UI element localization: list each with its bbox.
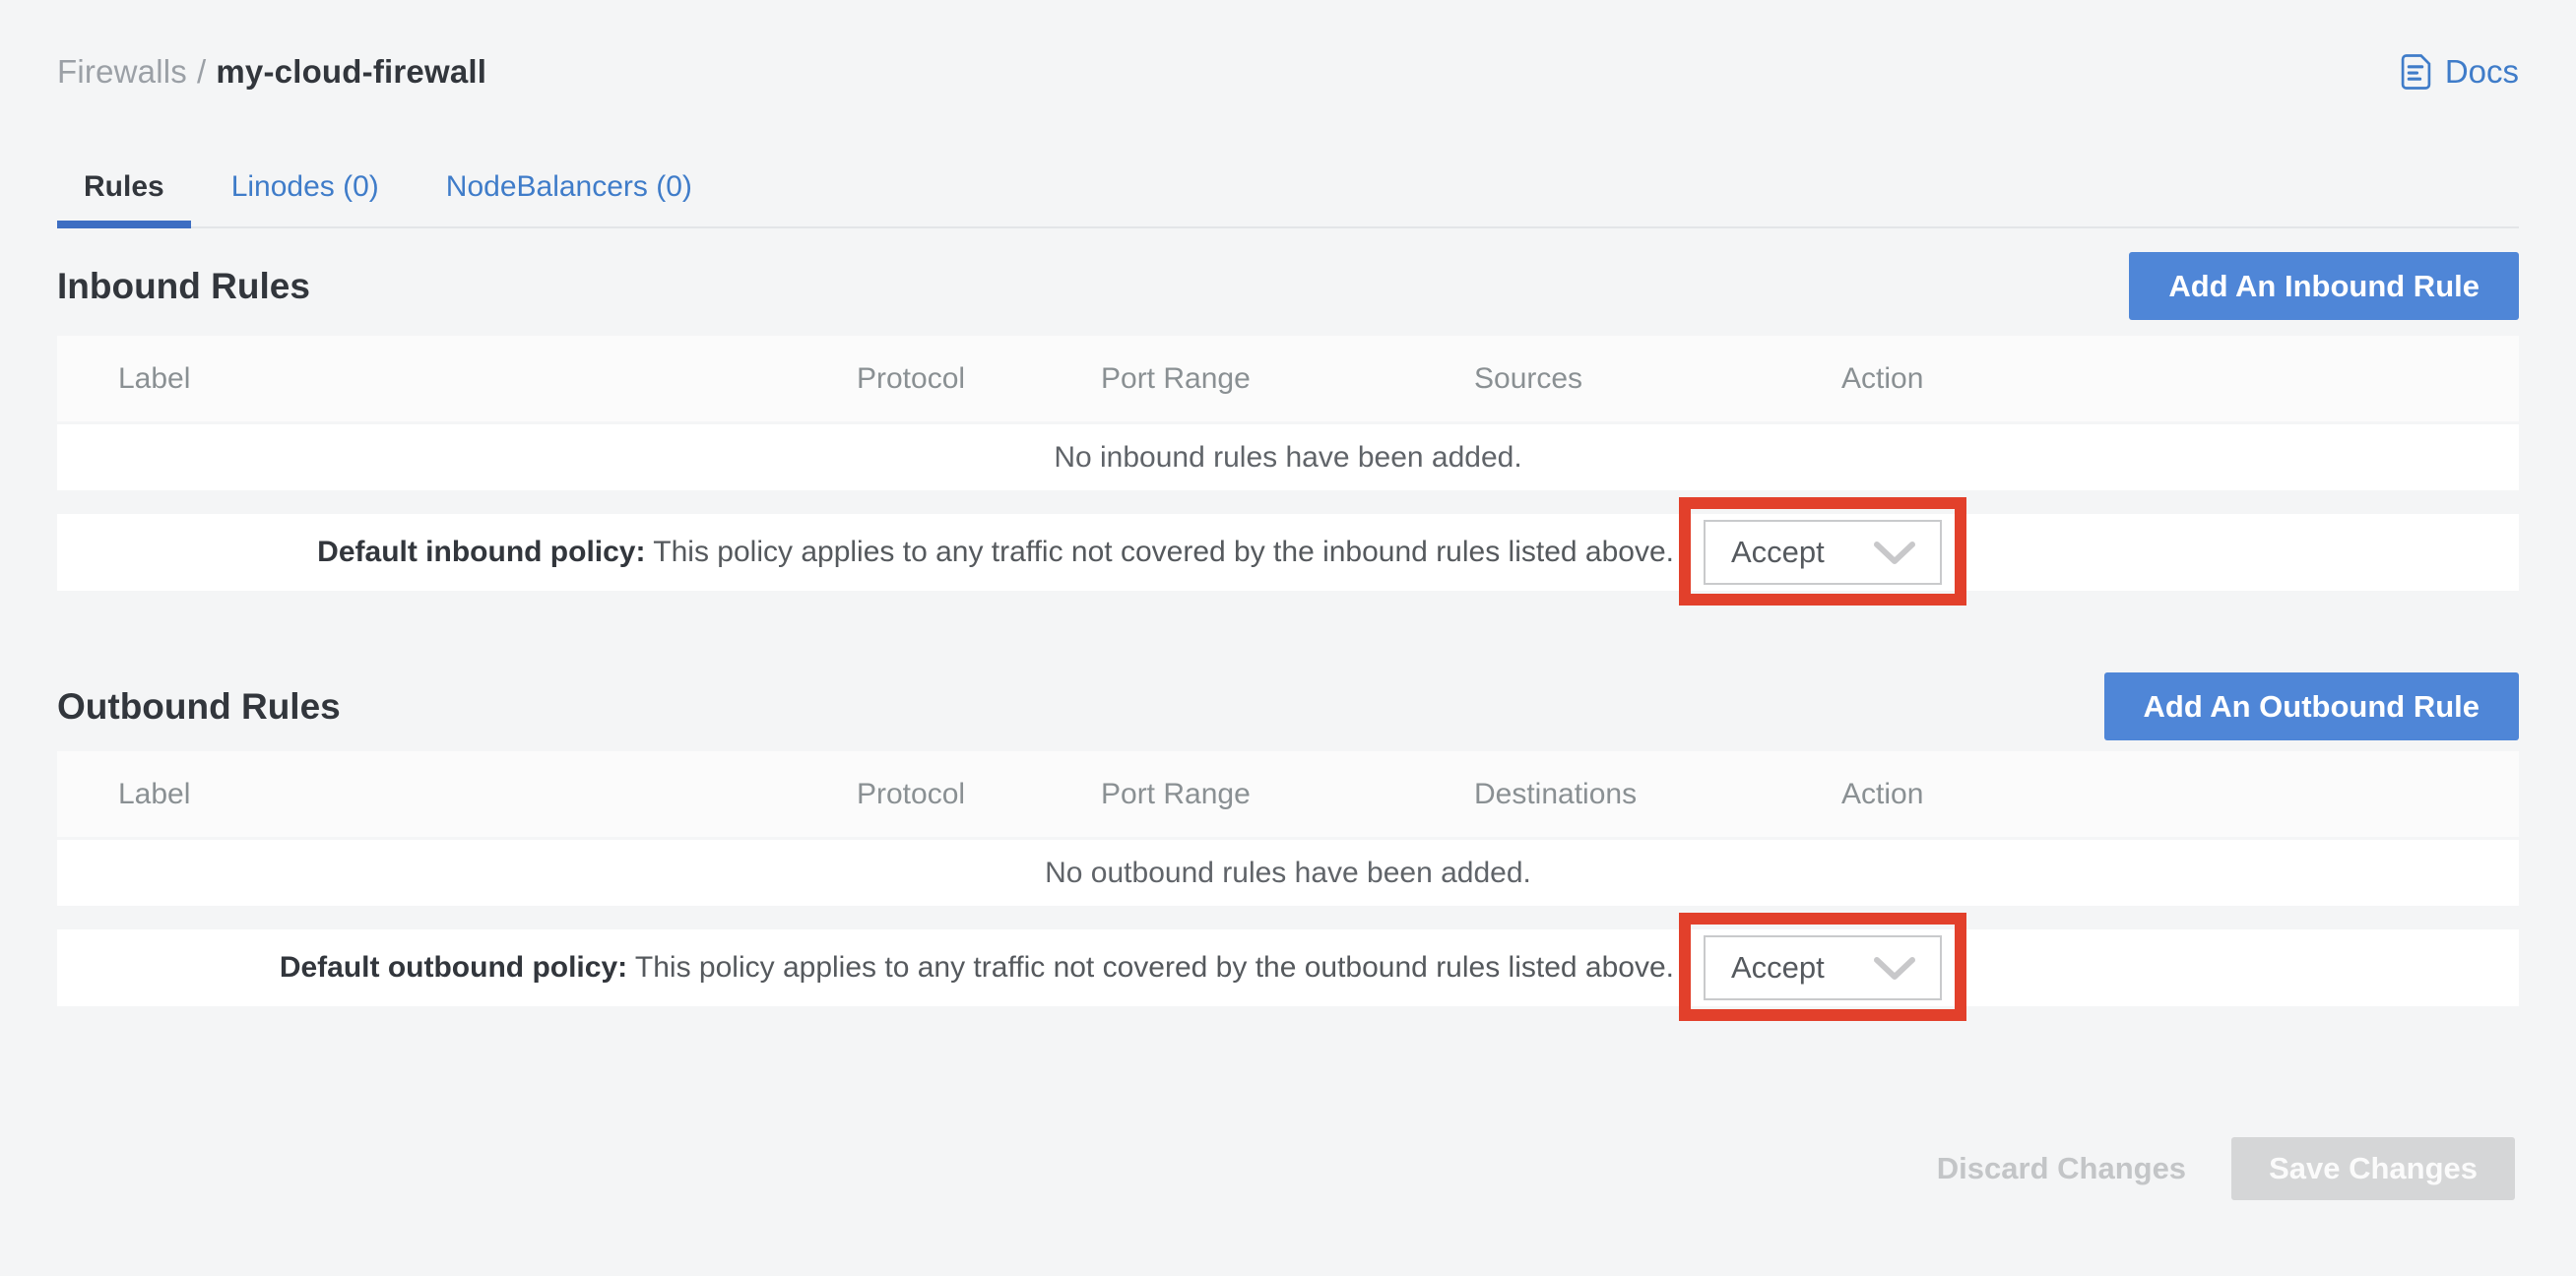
- add-outbound-rule-button[interactable]: Add An Outbound Rule: [2104, 672, 2520, 740]
- column-header-sources: Sources: [1474, 362, 1841, 396]
- inbound-section-header: Inbound Rules Add An Inbound Rule: [57, 252, 2519, 320]
- column-header-label: Label: [118, 778, 857, 811]
- default-outbound-policy-select[interactable]: Accept: [1704, 935, 1942, 1000]
- docs-link[interactable]: Docs: [2400, 53, 2519, 91]
- default-outbound-policy-value: Accept: [1731, 950, 1825, 986]
- discard-changes-button[interactable]: Discard Changes: [1937, 1151, 2186, 1186]
- outbound-table-header-row: Label Protocol Port Range Destinations A…: [57, 751, 2519, 840]
- tab-nodebalancers[interactable]: NodeBalancers (0): [419, 148, 719, 226]
- docs-link-label: Docs: [2445, 53, 2519, 91]
- add-inbound-rule-button[interactable]: Add An Inbound Rule: [2129, 252, 2519, 320]
- outbound-default-policy-row: Default outbound policy: This policy app…: [57, 929, 2519, 1006]
- column-header-port-range: Port Range: [1101, 778, 1474, 811]
- inbound-policy-text: Default inbound policy: This policy appl…: [317, 536, 1674, 569]
- outbound-policy-description: This policy applies to any traffic not c…: [635, 951, 1674, 984]
- inbound-table-header-row: Label Protocol Port Range Sources Action: [57, 336, 2519, 424]
- document-icon: [2400, 53, 2432, 91]
- tab-rules[interactable]: Rules: [57, 148, 191, 226]
- outbound-empty-row: No outbound rules have been added.: [57, 840, 2519, 906]
- breadcrumb-separator: /: [197, 53, 206, 90]
- column-header-action: Action: [1841, 778, 2519, 811]
- outbound-rules-title: Outbound Rules: [57, 686, 341, 728]
- inbound-default-policy-row: Default inbound policy: This policy appl…: [57, 514, 2519, 591]
- breadcrumb: Firewalls / my-cloud-firewall: [57, 53, 486, 91]
- breadcrumb-current-firewall: my-cloud-firewall: [216, 53, 486, 90]
- footer-actions: Discard Changes Save Changes: [57, 1137, 2519, 1200]
- chevron-down-icon: [1873, 956, 1916, 981]
- firewall-detail-page: Firewalls / my-cloud-firewall Docs Rules L…: [0, 0, 2576, 1200]
- inbound-rules-title: Inbound Rules: [57, 266, 310, 307]
- inbound-empty-row: No inbound rules have been added.: [57, 424, 2519, 490]
- column-header-label: Label: [118, 362, 857, 396]
- column-header-action: Action: [1841, 362, 2519, 396]
- outbound-empty-message: No outbound rules have been added.: [1045, 857, 1531, 890]
- outbound-section-header: Outbound Rules Add An Outbound Rule: [57, 672, 2519, 740]
- column-header-protocol: Protocol: [857, 362, 1101, 396]
- column-header-destinations: Destinations: [1474, 778, 1841, 811]
- chevron-down-icon: [1873, 541, 1916, 565]
- breadcrumb-firewalls-link[interactable]: Firewalls: [57, 53, 187, 90]
- inbound-empty-message: No inbound rules have been added.: [1054, 441, 1521, 475]
- inbound-policy-description: This policy applies to any traffic not c…: [653, 536, 1674, 568]
- column-header-protocol: Protocol: [857, 778, 1101, 811]
- inbound-rules-table: Label Protocol Port Range Sources Action…: [57, 336, 2519, 591]
- outbound-policy-text: Default outbound policy: This policy app…: [280, 951, 1674, 985]
- inbound-policy-label: Default inbound policy:: [317, 536, 645, 568]
- outbound-policy-label: Default outbound policy:: [280, 951, 627, 984]
- column-header-port-range: Port Range: [1101, 362, 1474, 396]
- outbound-rules-table: Label Protocol Port Range Destinations A…: [57, 751, 2519, 1006]
- default-inbound-policy-select[interactable]: Accept: [1704, 520, 1942, 585]
- tab-linodes[interactable]: Linodes (0): [205, 148, 406, 226]
- default-inbound-policy-value: Accept: [1731, 535, 1825, 570]
- top-bar: Firewalls / my-cloud-firewall Docs: [57, 0, 2519, 95]
- save-changes-button[interactable]: Save Changes: [2231, 1137, 2515, 1200]
- tab-bar: Rules Linodes (0) NodeBalancers (0): [57, 148, 2519, 228]
